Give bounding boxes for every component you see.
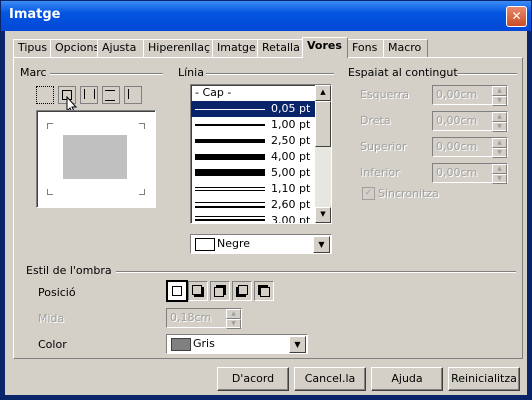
list-item[interactable]: - Cap - — [191, 85, 311, 101]
scroll-down-icon[interactable]: ▼ — [315, 207, 331, 223]
leftright-border-icon — [84, 89, 95, 99]
tab-macro[interactable]: Macro — [383, 39, 428, 57]
shadow-bottomright-icon — [192, 285, 202, 295]
sincronitza-label: Sincronitza — [378, 187, 439, 200]
list-item[interactable]: 2,60 pt — [191, 197, 311, 213]
shadow-none-button[interactable] — [166, 280, 188, 302]
superior-field[interactable]: 0,00cm ▲ ▼ — [432, 137, 508, 158]
inferior-field[interactable]: 0,00cm ▲ ▼ — [432, 163, 508, 184]
shadow-topright-button[interactable] — [210, 281, 230, 301]
preset-leftright-button[interactable] — [80, 86, 98, 104]
tab-ajusta[interactable]: Ajusta — [97, 39, 144, 57]
line-color-select[interactable]: Negre ▼ — [190, 234, 332, 254]
preset-left-button[interactable] — [124, 86, 142, 104]
esquerra-field[interactable]: 0,00cm ▲ ▼ — [432, 85, 508, 106]
dreta-field[interactable]: 0,00cm ▲ ▼ — [432, 111, 508, 132]
list-item[interactable]: 3,00 pt — [191, 213, 311, 223]
close-button[interactable]: ✕ — [506, 6, 527, 27]
tab-retalla[interactable]: Retalla — [257, 39, 303, 57]
corner-marker — [139, 189, 145, 195]
dropdown-arrow-icon[interactable]: ▼ — [313, 236, 330, 253]
corner-marker — [47, 189, 53, 195]
cancel-button[interactable]: Cancel.la — [294, 367, 366, 391]
tab-tipus[interactable]: Tipus — [13, 39, 51, 57]
spin-arrows-icon[interactable]: ▲ ▼ — [492, 86, 507, 106]
preset-topbottom-button[interactable] — [102, 86, 120, 104]
close-icon: ✕ — [511, 9, 522, 23]
reset-button[interactable]: Reinicialitza — [448, 367, 520, 391]
posicio-label: Posició — [38, 286, 76, 299]
dialog-body: Tipus Opcions Ajusta Hiperenllaç Imatge … — [5, 31, 527, 395]
list-item[interactable]: 1,00 pt — [191, 117, 311, 133]
tab-imatge[interactable]: Imatge — [212, 39, 258, 57]
corner-marker — [47, 123, 53, 129]
line-color-swatch — [195, 238, 215, 251]
preset-none-button[interactable] — [36, 86, 54, 104]
ombra-divider — [116, 271, 516, 273]
spin-arrows-icon[interactable]: ▲ ▼ — [492, 164, 507, 184]
tab-fons[interactable]: Fons — [347, 39, 384, 57]
espaiat-divider — [457, 73, 517, 75]
line-style-list[interactable]: - Cap - 0,05 pt 1,00 pt 2,50 pt 4,00 pt … — [190, 84, 332, 224]
border-preview[interactable] — [36, 110, 156, 208]
linia-divider — [206, 73, 334, 75]
shadow-topleft-button[interactable] — [254, 281, 274, 301]
marc-presets — [36, 86, 156, 115]
dreta-label: Dreta — [360, 114, 391, 127]
shadow-topright-icon — [214, 287, 224, 297]
scroll-thumb[interactable] — [315, 101, 331, 147]
ombra-heading: Estil de l'ombra — [26, 264, 112, 277]
list-item[interactable]: 4,00 pt — [191, 149, 311, 165]
list-item[interactable]: 1,10 pt — [191, 181, 311, 197]
linia-heading: Línia — [178, 66, 204, 79]
ok-button[interactable]: D'acord — [217, 367, 289, 391]
topbottom-border-icon — [105, 90, 115, 101]
marc-heading: Marc — [20, 66, 47, 79]
shadow-color-select[interactable]: Gris ▼ — [166, 334, 308, 354]
list-scrollbar[interactable]: ▲ ▼ — [315, 85, 331, 223]
tab-panel-vores: Marc Línia - Cap - 0,05 pt 1,00 pt 2,50 … — [13, 57, 523, 359]
preview-content — [63, 135, 127, 179]
dialog-window: Imatge ✕ Tipus Opcions Ajusta Hiperenlla… — [0, 0, 532, 400]
window-title: Imatge — [9, 7, 61, 22]
spin-arrows-icon[interactable]: ▲ ▼ — [226, 309, 241, 329]
title-bar[interactable]: Imatge ✕ — [1, 1, 531, 31]
spin-arrows-icon[interactable]: ▲ ▼ — [492, 138, 507, 158]
color-label: Color — [38, 338, 67, 351]
shadow-none-icon — [172, 286, 182, 296]
tab-hiperenllac[interactable]: Hiperenllaç — [143, 39, 213, 57]
shadow-topleft-icon — [260, 287, 270, 297]
tab-vores[interactable]: Vores — [302, 37, 348, 58]
mida-label: Mida — [38, 312, 65, 325]
list-item[interactable]: 2,50 pt — [191, 133, 311, 149]
sincronitza-checkbox[interactable]: ✓ — [362, 187, 375, 200]
superior-label: Superior — [360, 140, 407, 153]
espaiat-heading: Espaiat al contingut — [348, 66, 458, 79]
esquerra-label: Esquerra — [360, 88, 409, 101]
shadow-bottomleft-button[interactable] — [232, 281, 252, 301]
dropdown-arrow-icon[interactable]: ▼ — [289, 336, 306, 353]
corner-marker — [139, 123, 145, 129]
shadow-bottomleft-icon — [238, 285, 248, 295]
checkmark-icon: ✓ — [364, 188, 373, 198]
shadow-position-group — [166, 280, 276, 302]
scroll-up-icon[interactable]: ▲ — [315, 85, 331, 101]
marc-divider — [50, 73, 163, 75]
list-item[interactable]: 5,00 pt — [191, 165, 311, 181]
shadow-bottomright-button[interactable] — [188, 281, 208, 301]
spin-arrows-icon[interactable]: ▲ ▼ — [492, 112, 507, 132]
tab-opcions[interactable]: Opcions — [50, 39, 99, 57]
left-border-icon — [128, 89, 138, 99]
shadow-color-swatch — [171, 338, 191, 351]
list-item-selected[interactable]: 0,05 pt — [191, 101, 315, 117]
mida-field[interactable]: 0,18cm ▲ ▼ — [166, 308, 242, 329]
help-button[interactable]: Ajuda — [371, 367, 443, 391]
inferior-label: Inferior — [360, 166, 400, 179]
